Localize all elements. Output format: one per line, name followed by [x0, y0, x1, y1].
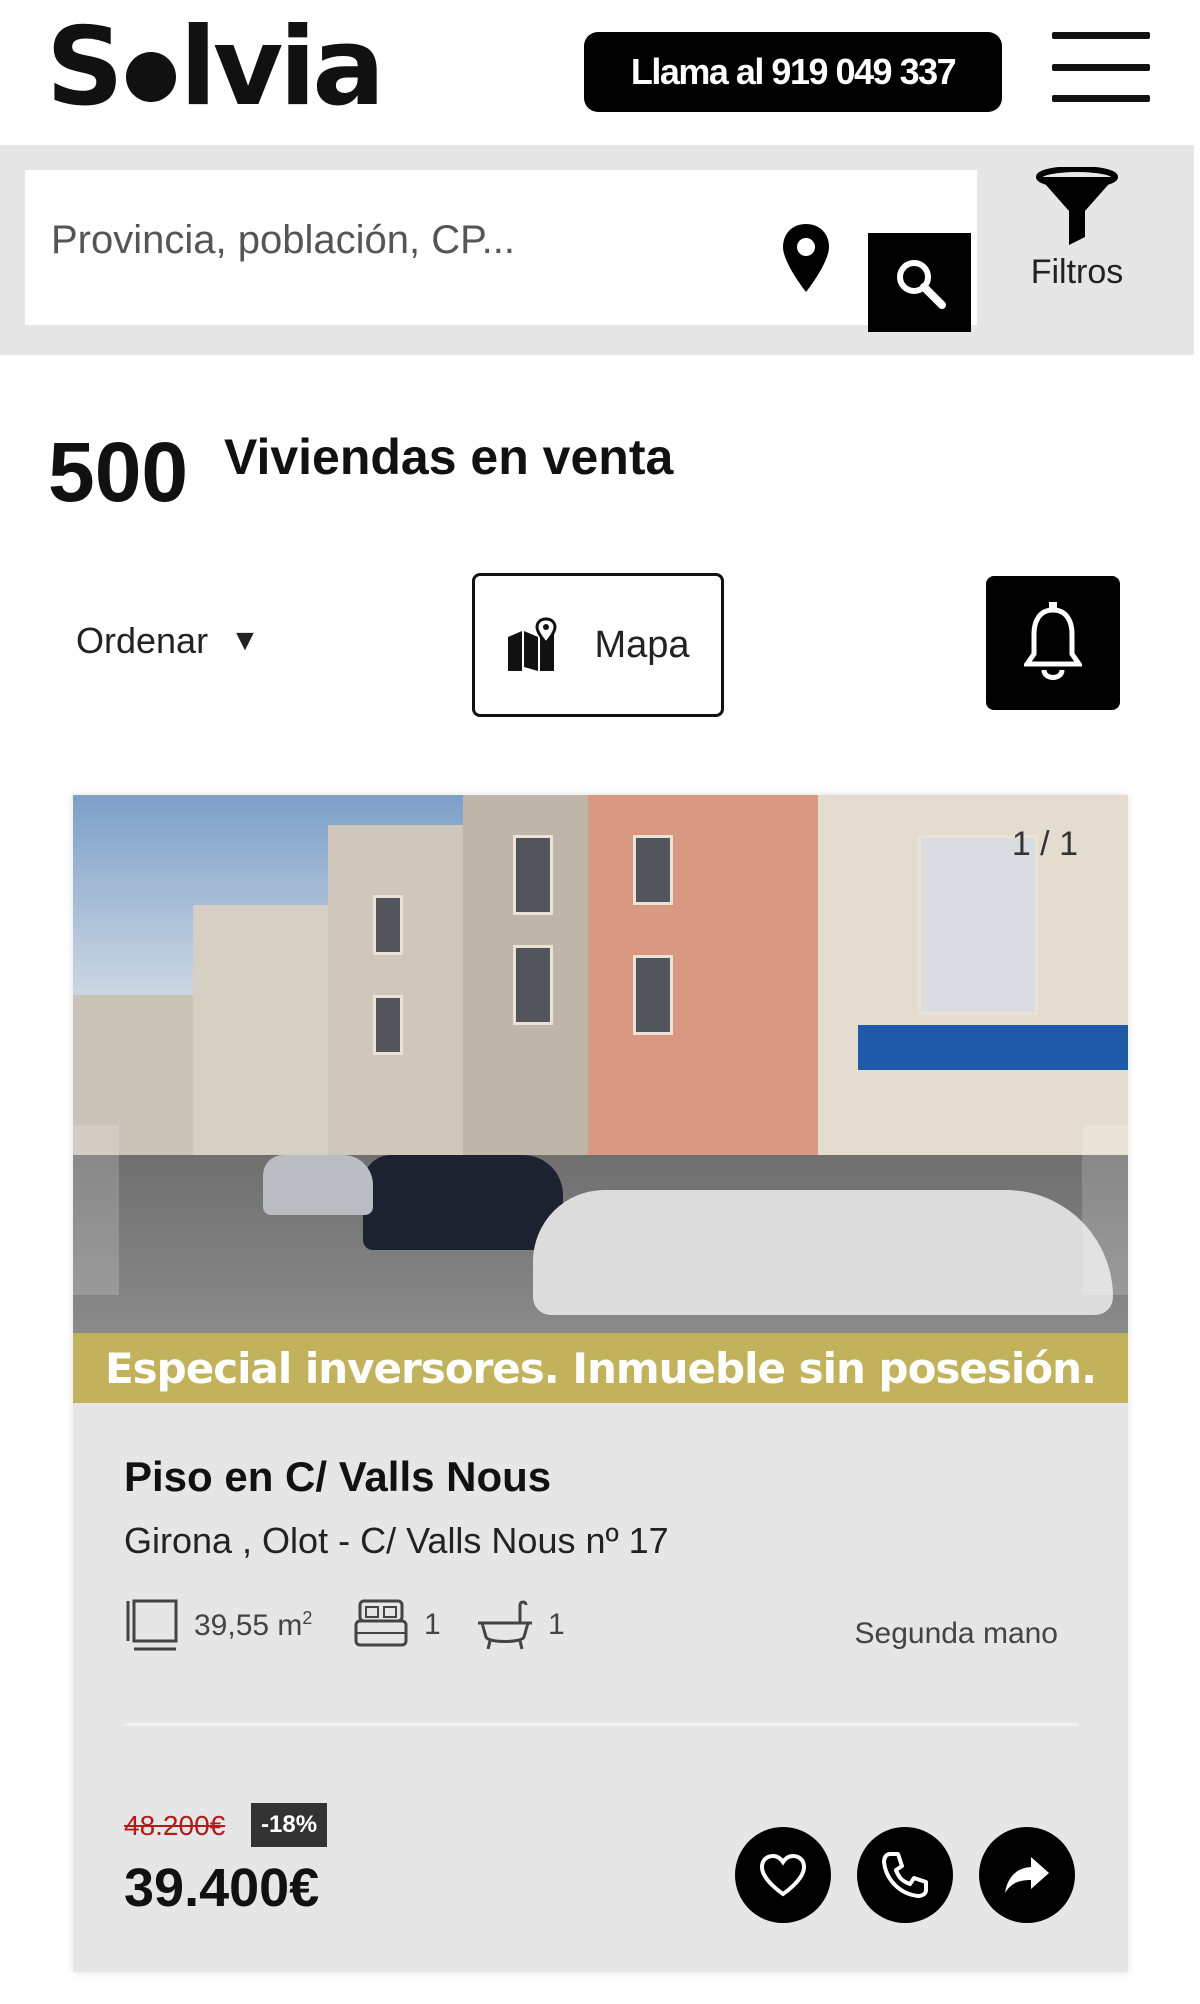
map-pin-icon[interactable]	[780, 222, 832, 294]
photo-counter: 1 / 1	[1011, 825, 1078, 863]
listing-address: Girona , Olot - C/ Valls Nous nº 17	[124, 1520, 669, 1561]
search-box	[25, 170, 977, 332]
listing-photo[interactable]: 1 / 1	[73, 795, 1128, 1333]
header: Slvia Llama al 919 049 337	[0, 0, 1200, 145]
photo-prev-arrow[interactable]	[73, 1125, 119, 1295]
filters-button[interactable]: Filtros	[1002, 167, 1152, 317]
search-button[interactable]	[868, 233, 971, 332]
listing-card[interactable]: 1 / 1 Especial inversores. Inmueble sin …	[73, 795, 1128, 1972]
search-icon	[896, 259, 946, 309]
filters-label: Filtros	[1030, 253, 1124, 291]
results-label: Viviendas en venta	[224, 429, 674, 485]
bath-icon	[478, 1600, 532, 1650]
condition-label: Segunda mano	[854, 1617, 1059, 1650]
map-label: Mapa	[594, 623, 690, 666]
call-listing-button[interactable]	[857, 1827, 953, 1923]
bathrooms-feature: 1	[476, 1595, 565, 1655]
search-bar: Filtros	[0, 145, 1194, 355]
results-count: 500	[48, 425, 189, 519]
filter-funnel-icon	[1036, 167, 1118, 245]
photo-next-arrow[interactable]	[1082, 1125, 1128, 1295]
area-feature: 39,55 m2	[124, 1595, 312, 1655]
map-button[interactable]: Mapa	[472, 573, 724, 717]
divider	[124, 1723, 1077, 1726]
order-dropdown[interactable]: Ordenar ▼	[76, 620, 260, 662]
bedrooms-value: 1	[424, 1608, 441, 1641]
bedrooms-feature: 1	[352, 1595, 441, 1655]
share-icon	[1005, 1857, 1049, 1893]
promo-banner: Especial inversores. Inmueble sin posesi…	[73, 1333, 1128, 1403]
favorite-button[interactable]	[735, 1827, 831, 1923]
heart-icon	[759, 1853, 807, 1897]
share-button[interactable]	[979, 1827, 1075, 1923]
area-icon	[126, 1599, 178, 1651]
price: 39.400€	[124, 1858, 320, 1918]
phone-icon	[882, 1852, 928, 1898]
area-unit-sup: 2	[302, 1607, 313, 1628]
caret-down-icon: ▼	[230, 624, 260, 657]
area-value: 39,55 m	[194, 1608, 303, 1642]
alert-button[interactable]	[986, 576, 1120, 710]
map-icon	[508, 617, 557, 671]
discount-badge: -18%	[251, 1803, 328, 1847]
listing-title[interactable]: Piso en C/ Valls Nous	[124, 1453, 551, 1501]
bathrooms-value: 1	[548, 1608, 565, 1641]
bed-icon	[354, 1599, 408, 1647]
order-label: Ordenar	[76, 620, 209, 661]
hamburger-menu-icon[interactable]	[1052, 32, 1150, 102]
call-button[interactable]: Llama al 919 049 337	[584, 32, 1002, 112]
search-input[interactable]	[51, 210, 731, 270]
solvia-logo[interactable]: Slvia	[46, 14, 385, 122]
bell-icon	[1024, 602, 1082, 680]
old-price: 48.200€	[124, 1810, 226, 1841]
